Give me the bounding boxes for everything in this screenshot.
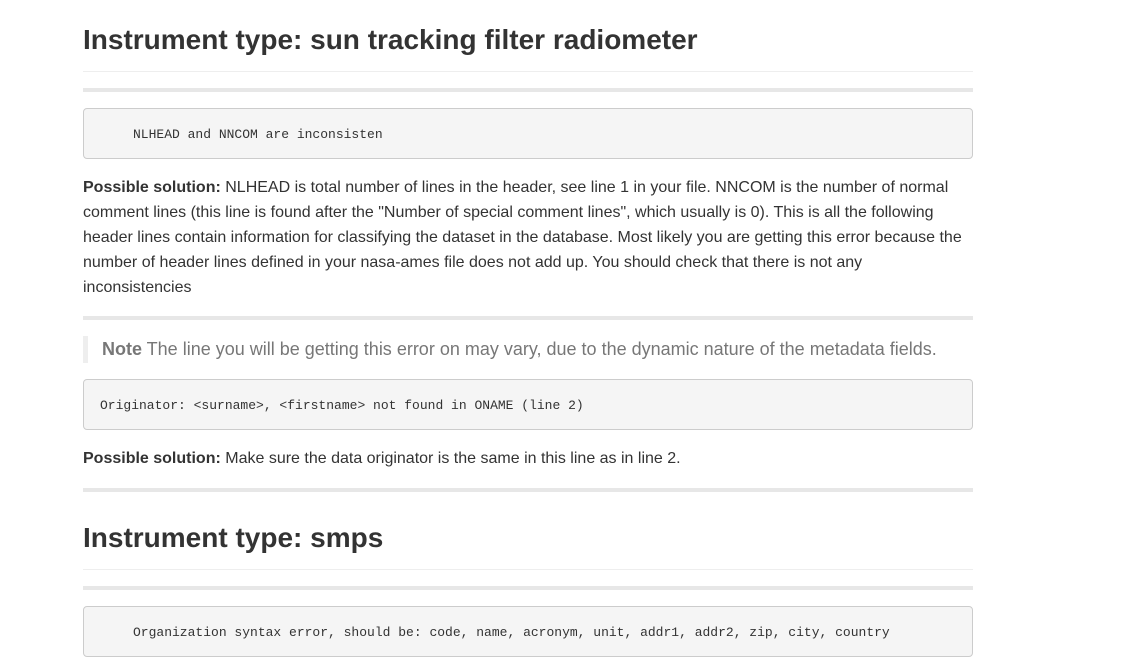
possible-solution-label: Possible solution: xyxy=(83,179,221,196)
section-heading-smps: Instrument type: smps xyxy=(83,522,973,570)
section-divider xyxy=(83,586,973,590)
possible-solution-text: Make sure the data originator is the sam… xyxy=(220,450,681,467)
possible-solution-label: Possible solution: xyxy=(83,450,221,467)
section-divider xyxy=(83,488,973,492)
main-content: Instrument type: sun tracking filter rad… xyxy=(83,0,973,657)
note-label: Note xyxy=(102,339,142,359)
error-code-block: Originator: <surname>, <firstname> not f… xyxy=(83,379,973,430)
possible-solution-paragraph: Possible solution: Make sure the data or… xyxy=(83,446,973,471)
error-code-block: NLHEAD and NNCOM are inconsisten xyxy=(83,108,973,159)
note-blockquote: Note The line you will be getting this e… xyxy=(83,336,973,363)
possible-solution-paragraph: Possible solution: NLHEAD is total numbe… xyxy=(83,175,973,300)
section-divider xyxy=(83,88,973,92)
possible-solution-text: NLHEAD is total number of lines in the h… xyxy=(83,179,962,296)
error-code-block: Organization syntax error, should be: co… xyxy=(83,606,973,657)
section-divider xyxy=(83,316,973,320)
note-text: The line you will be getting this error … xyxy=(142,339,937,359)
section-heading-sun-tracking: Instrument type: sun tracking filter rad… xyxy=(83,24,973,72)
